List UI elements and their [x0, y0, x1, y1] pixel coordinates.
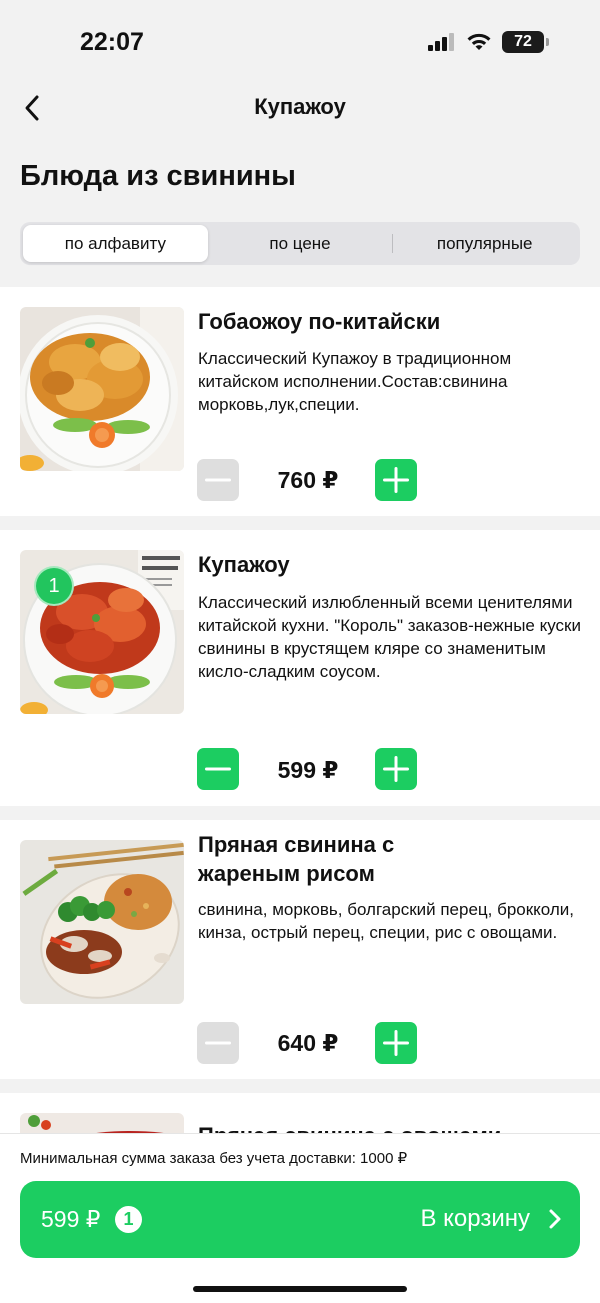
dish-price: 599 ₽ — [277, 757, 339, 783]
quantity-badge: 1 — [34, 566, 74, 606]
dish-price: 640 ₽ — [277, 1030, 339, 1056]
minus-icon — [205, 1041, 231, 1045]
plus-icon — [383, 756, 409, 782]
dish-description: Классический Купажоу в традиционном кита… — [198, 349, 512, 414]
dish-card[interactable]: Пряная свинина с жареным рисом свинина, … — [0, 820, 600, 1079]
dish-card[interactable]: 1 Купажоу Классический излюбленный всеми… — [0, 530, 600, 806]
dish-name: Купажоу — [198, 552, 290, 577]
min-order-note: Минимальная сумма заказа без учета доста… — [20, 1150, 408, 1167]
battery-level: 72 — [514, 33, 532, 50]
wifi-icon — [467, 33, 491, 50]
plus-icon — [383, 467, 409, 493]
nav-title: Купажоу — [254, 94, 346, 119]
minus-icon — [205, 478, 231, 482]
page-title: Блюда из свинины — [20, 160, 296, 192]
dish-price: 760 ₽ — [277, 467, 339, 493]
status-time: 22:07 — [80, 28, 144, 56]
cart-button-label: В корзину — [420, 1205, 530, 1232]
dish-name: Гобаожоу по-китайски — [198, 309, 441, 334]
cart-count-badge: 1 — [115, 1206, 142, 1233]
sort-tab-alphabet[interactable]: по алфавиту — [23, 225, 208, 262]
nav-bar: Купажоу — [0, 80, 600, 136]
cellular-signal-icon — [428, 33, 454, 51]
dish-description: Классический излюбленный всеми ценителям… — [198, 593, 581, 681]
cart-total: 599 ₽ — [41, 1206, 101, 1232]
sort-tab-popular[interactable]: популярные — [392, 225, 577, 262]
bottom-panel: Минимальная сумма заказа без учета доста… — [0, 1133, 600, 1303]
plus-icon — [383, 1030, 409, 1056]
sort-segmented-control: по алфавиту по цене популярные — [20, 222, 580, 265]
decrease-quantity-button[interactable] — [197, 459, 239, 501]
chevron-right-icon — [549, 1209, 561, 1229]
minus-icon — [205, 767, 231, 771]
increase-quantity-button[interactable] — [375, 1022, 417, 1064]
dish-name: Пряная свинина с жареным рисом — [198, 832, 395, 886]
status-icons: 72 — [428, 31, 549, 53]
decrease-quantity-button[interactable] — [197, 1022, 239, 1064]
dish-image: 1 — [20, 550, 184, 714]
sort-tab-price[interactable]: по цене — [208, 225, 393, 262]
increase-quantity-button[interactable] — [375, 459, 417, 501]
add-to-cart-button[interactable]: 599 ₽ 1 В корзину — [20, 1181, 580, 1258]
increase-quantity-button[interactable] — [375, 748, 417, 790]
decrease-quantity-button[interactable] — [197, 748, 239, 790]
home-indicator — [193, 1286, 407, 1292]
dish-description: свинина, морковь, болгарский перец, брок… — [198, 900, 575, 942]
status-bar: 22:07 72 — [0, 0, 600, 80]
battery-icon: 72 — [502, 31, 549, 53]
dish-image — [20, 307, 184, 471]
dish-image — [20, 840, 184, 1004]
dish-card[interactable]: Гобаожоу по-китайски Классический Купажо… — [0, 287, 600, 516]
